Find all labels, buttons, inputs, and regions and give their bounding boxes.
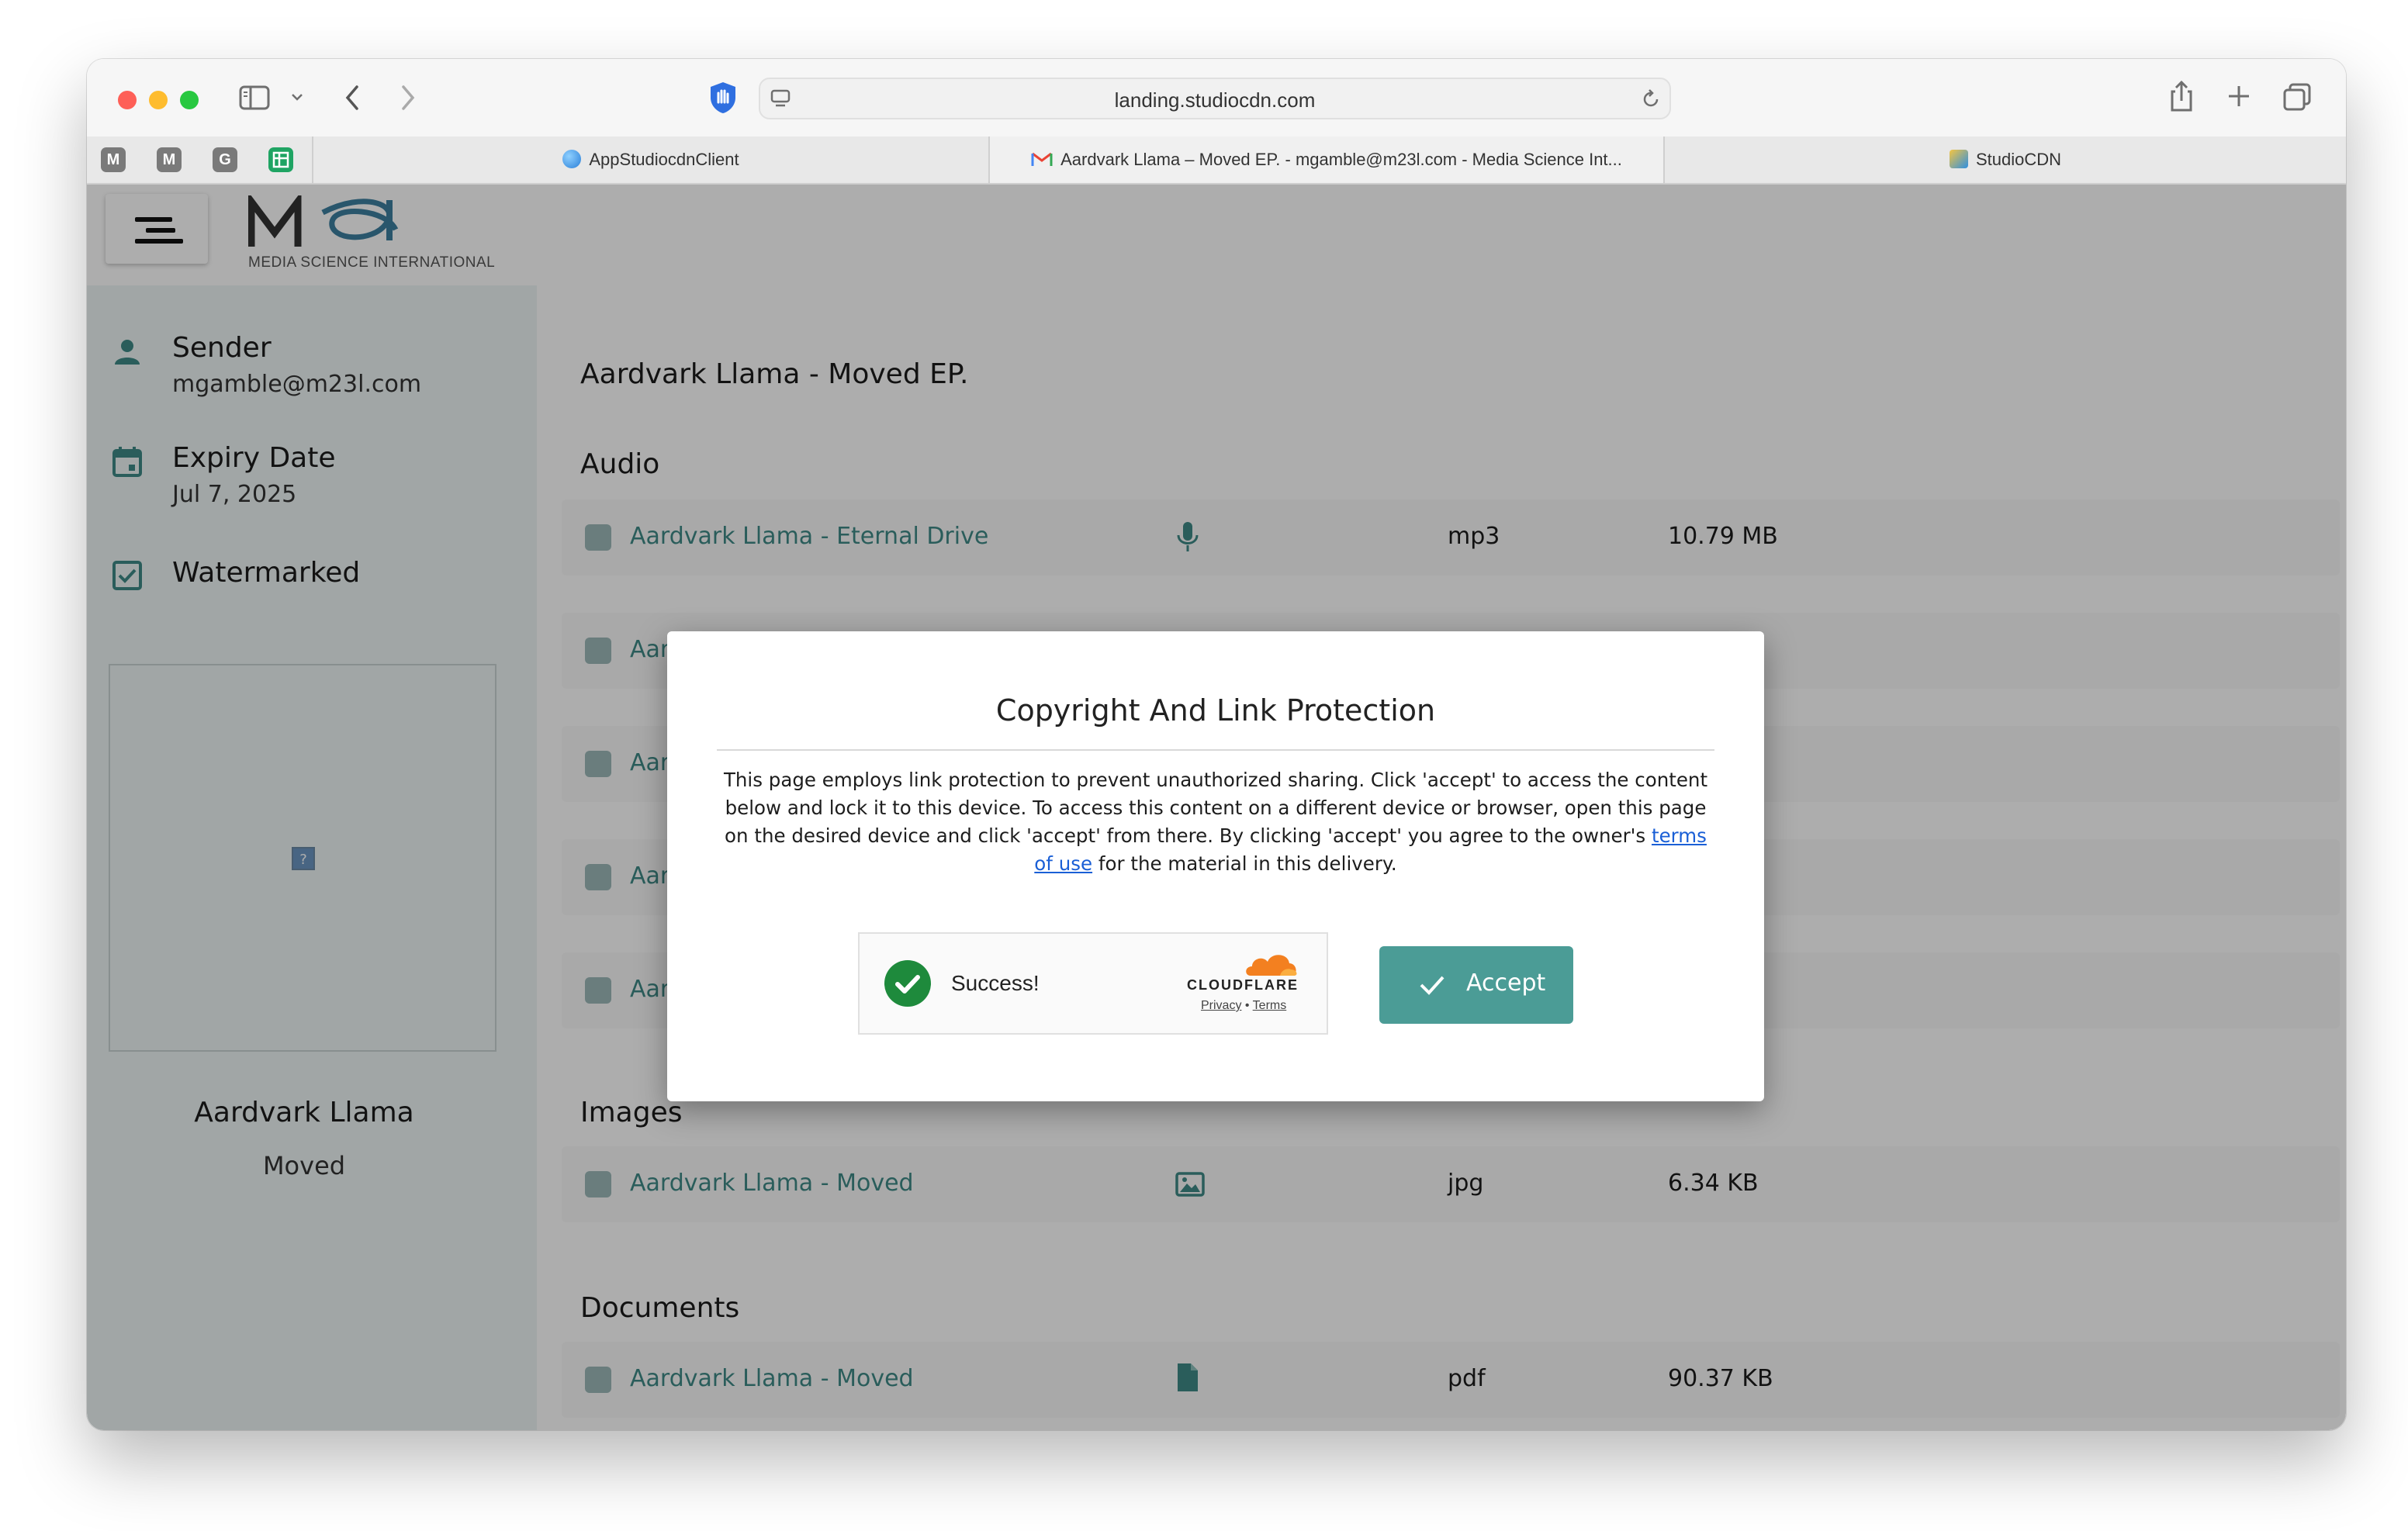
- tab-bar: M M G AppStudiocdnClient Aardvark Llama …: [87, 137, 2346, 185]
- share-icon[interactable]: [2168, 79, 2195, 113]
- gmail-icon: M: [101, 147, 126, 172]
- pinned-tab-google[interactable]: G: [213, 147, 237, 172]
- browser-window: landing.studiocdn.com M M G AppStudiocdn…: [87, 59, 2346, 1430]
- dialog-message-text-end: for the material in this delivery.: [1098, 852, 1397, 875]
- cloudflare-brand: CLOUDFLARE: [1187, 977, 1299, 993]
- new-tab-icon[interactable]: [2226, 84, 2251, 109]
- google-icon: G: [213, 147, 237, 172]
- captcha-status: Success!: [951, 971, 1040, 995]
- address-bar[interactable]: landing.studiocdn.com: [759, 78, 1671, 119]
- success-check-icon: [884, 960, 931, 1007]
- url-text: landing.studiocdn.com: [1114, 88, 1316, 112]
- browser-toolbar: landing.studiocdn.com: [87, 59, 2346, 137]
- sidebar-toggle-icon[interactable]: [239, 85, 270, 110]
- accept-button[interactable]: Accept: [1379, 946, 1573, 1024]
- zoom-window-button[interactable]: [180, 91, 199, 109]
- globe-icon: [562, 150, 582, 169]
- dialog-message-text: This page employs link protection to pre…: [723, 769, 1708, 847]
- link-protection-dialog: Copyright And Link Protection This page …: [667, 631, 1764, 1101]
- captcha-privacy-link[interactable]: Privacy: [1201, 999, 1241, 1012]
- sheets-icon: [272, 151, 289, 168]
- tab-studiocdn[interactable]: StudioCDN: [1665, 137, 2346, 183]
- dialog-message: This page employs link protection to pre…: [717, 766, 1714, 878]
- close-window-button[interactable]: [118, 91, 137, 109]
- tab-gmail-message[interactable]: Aardvark Llama – Moved EP. - mgamble@m23…: [988, 137, 1665, 183]
- cloudflare-cloud-icon: [1246, 955, 1297, 976]
- back-icon[interactable]: [343, 84, 363, 112]
- minimize-window-button[interactable]: [149, 91, 168, 109]
- cloudflare-captcha[interactable]: Success! CLOUDFLARE Privacy • Terms: [858, 932, 1328, 1035]
- dialog-divider: [717, 749, 1714, 751]
- accept-label: Accept: [1466, 969, 1546, 997]
- pinned-tab-sheets[interactable]: [268, 147, 293, 172]
- captcha-link-separator: •: [1244, 999, 1250, 1012]
- forward-icon[interactable]: [397, 84, 417, 112]
- captcha-links: Privacy • Terms: [1201, 999, 1286, 1013]
- captcha-terms-link[interactable]: Terms: [1253, 999, 1287, 1012]
- tab-label: Aardvark Llama – Moved EP. - mgamble@m23…: [1060, 150, 1622, 169]
- gmail-icon: [1031, 152, 1053, 167]
- privacy-shield-icon[interactable]: [706, 81, 740, 115]
- tab-overview-icon[interactable]: [2282, 82, 2312, 112]
- reload-icon[interactable]: [1640, 88, 1662, 110]
- tab-appstudiocdnclient[interactable]: AppStudiocdnClient: [312, 137, 988, 183]
- pinned-tab-gmail-1[interactable]: M: [101, 147, 126, 172]
- tab-label: AppStudiocdnClient: [589, 150, 739, 169]
- checkmark-icon: [1420, 976, 1444, 995]
- chevron-down-icon[interactable]: [290, 92, 304, 102]
- page-content: MEDIA SCIENCE INTERNATIONAL Sender mgamb…: [87, 185, 2346, 1430]
- studiocdn-icon: [1949, 150, 1968, 169]
- gmail-icon: M: [157, 147, 182, 172]
- pinned-tab-gmail-2[interactable]: M: [157, 147, 182, 172]
- tab-label: StudioCDN: [1975, 150, 2062, 169]
- dialog-title: Copyright And Link Protection: [995, 693, 1436, 727]
